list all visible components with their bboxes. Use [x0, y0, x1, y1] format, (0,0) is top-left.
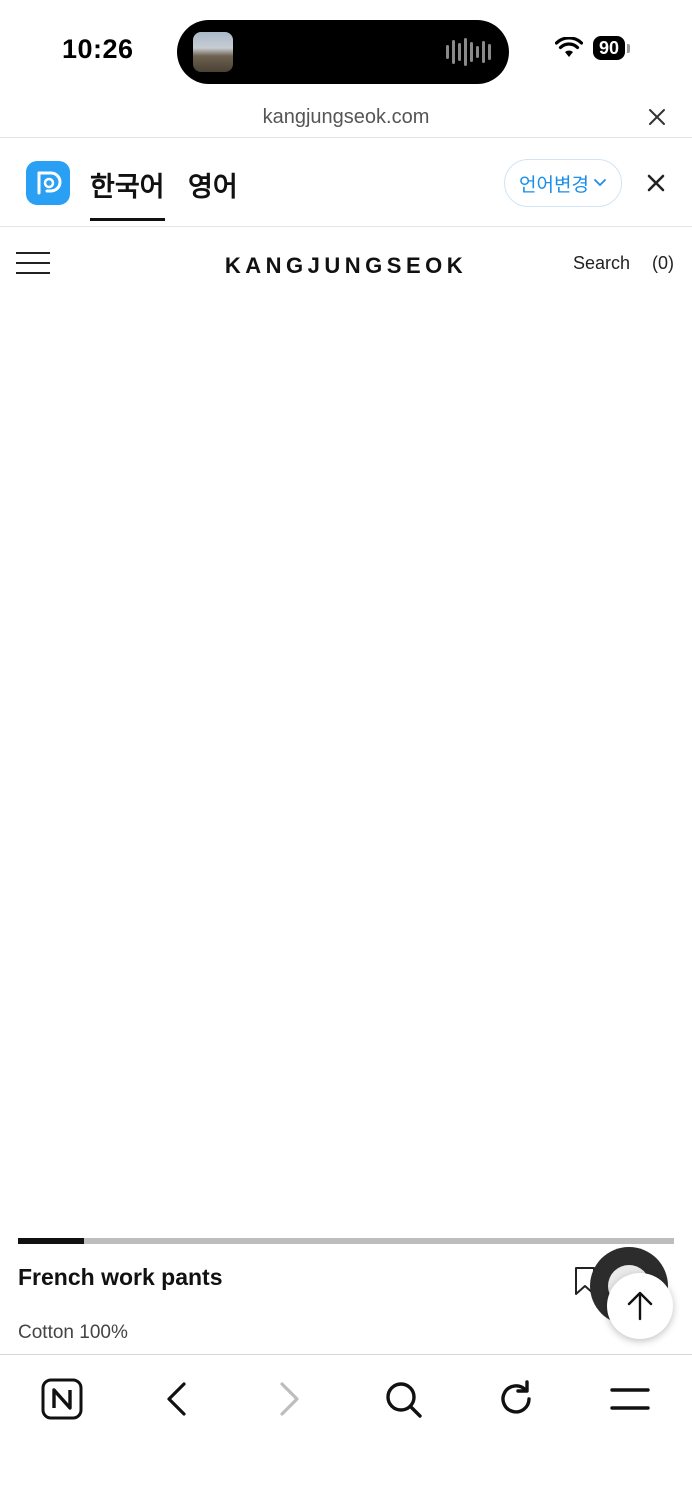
dynamic-island[interactable]: [177, 20, 509, 84]
arrow-up-icon: [627, 1291, 653, 1321]
status-bar: 10:26 90: [0, 0, 692, 100]
site-menu-icon[interactable]: [16, 252, 50, 276]
tab-korean[interactable]: 한국어: [90, 165, 165, 221]
wifi-icon: [554, 37, 583, 57]
product-image[interactable]: [18, 260, 674, 916]
previous-image-icon[interactable]: [34, 730, 62, 774]
papago-glyph-icon: [37, 171, 62, 195]
search-link[interactable]: Search: [573, 253, 630, 274]
site-header: KANGJUNGSEOK Search (0): [0, 228, 692, 298]
menu-button[interactable]: [607, 1377, 653, 1421]
close-icon[interactable]: [648, 108, 666, 126]
url-text[interactable]: kangjungseok.com: [0, 106, 692, 129]
search-button[interactable]: [381, 1377, 425, 1421]
tab-english[interactable]: 영어: [188, 165, 238, 204]
translate-bar: 한국어 영어 언어변경: [0, 139, 692, 227]
slide-progress-fill: [18, 1238, 84, 1244]
product-name: French work pants: [18, 1264, 223, 1290]
close-translate-icon[interactable]: [646, 173, 666, 193]
product-description: Cotton 100%: [18, 1322, 128, 1343]
audio-wave-icon: [446, 38, 491, 66]
forward-icon: [280, 1382, 299, 1416]
battery-cap: [627, 43, 630, 53]
naver-home-icon: [41, 1378, 83, 1420]
status-indicators: 90: [554, 36, 630, 60]
naver-home-button[interactable]: [40, 1377, 84, 1421]
forward-button[interactable]: [268, 1377, 312, 1421]
scroll-to-top-button[interactable]: [607, 1273, 673, 1339]
chevron-down-icon: [594, 179, 606, 187]
papago-logo-icon[interactable]: [26, 161, 70, 205]
next-image-icon[interactable]: [630, 730, 658, 774]
battery-level: 90: [592, 36, 625, 60]
back-icon: [167, 1382, 186, 1416]
pants-image: [220, 374, 472, 792]
now-playing-thumbnail: [193, 32, 233, 72]
change-language-label: 언어변경: [519, 174, 589, 196]
cart-link[interactable]: (0): [652, 253, 674, 274]
change-language-button[interactable]: 언어변경: [504, 159, 622, 207]
url-bar[interactable]: kangjungseok.com: [0, 100, 692, 138]
back-button[interactable]: [154, 1377, 198, 1421]
status-time: 10:26: [62, 34, 134, 64]
search-icon: [386, 1382, 422, 1418]
battery-icon: 90: [592, 36, 630, 60]
menu-icon: [610, 1388, 650, 1410]
slide-progress-bar: [18, 1238, 674, 1244]
refresh-icon: [501, 1380, 531, 1414]
browser-toolbar: [0, 1354, 692, 1500]
refresh-button[interactable]: [494, 1377, 538, 1421]
